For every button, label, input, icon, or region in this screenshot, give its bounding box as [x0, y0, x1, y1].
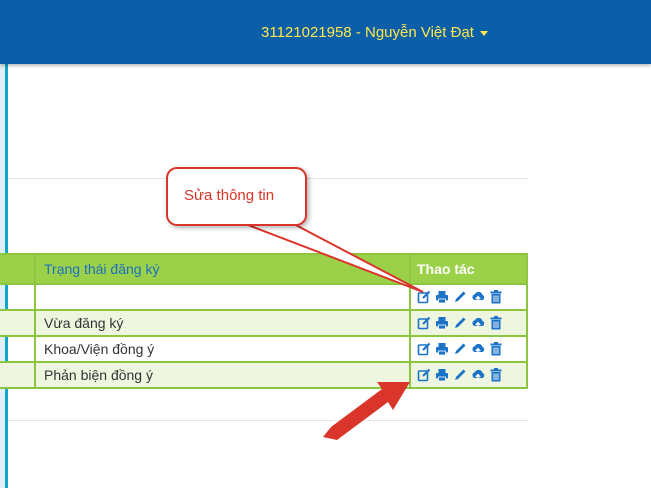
status-cell: Vừa đăng ký [34, 309, 411, 337]
registration-table: Trạng thái đăng ký Thao tác Vừa đăng ký … [0, 253, 528, 389]
main-frame [5, 0, 651, 488]
trash-icon[interactable] [489, 342, 503, 356]
print-icon[interactable] [435, 290, 449, 304]
pencil-icon[interactable] [453, 290, 467, 304]
print-icon[interactable] [435, 316, 449, 330]
upload-icon[interactable] [471, 290, 485, 304]
trash-icon[interactable] [489, 368, 503, 382]
table-row: Vừa đăng ký [0, 309, 528, 337]
edit-icon[interactable] [417, 342, 431, 356]
caret-down-icon [479, 30, 488, 36]
upload-icon[interactable] [471, 368, 485, 382]
status-cell: Khoa/Viện đồng ý [34, 335, 411, 363]
edit-icon[interactable] [417, 316, 431, 330]
user-label: 31121021958 - Nguyễn Việt Đạt [261, 24, 474, 41]
table-row: Phản biện đồng ý [0, 361, 528, 389]
pencil-icon[interactable] [453, 316, 467, 330]
column-header-hidden [0, 253, 36, 285]
upload-icon[interactable] [471, 316, 485, 330]
edit-icon[interactable] [417, 290, 431, 304]
pencil-icon[interactable] [453, 342, 467, 356]
print-icon[interactable] [435, 342, 449, 356]
status-cell: Phản biện đồng ý [34, 361, 411, 389]
upload-icon[interactable] [471, 342, 485, 356]
top-navbar: 31121021958 - Nguyễn Việt Đạt [0, 0, 651, 64]
actions-cell [409, 361, 528, 389]
actions-cell [409, 335, 528, 363]
column-header-actions: Thao tác [409, 253, 528, 285]
table-header-row: Trạng thái đăng ký Thao tác [0, 253, 528, 285]
actions-cell [409, 309, 528, 337]
table-row [0, 283, 528, 311]
callout-bubble: Sửa thông tin [166, 167, 307, 226]
callout-text: Sửa thông tin [184, 187, 275, 204]
actions-cell [409, 283, 528, 311]
trash-icon[interactable] [489, 290, 503, 304]
trash-icon[interactable] [489, 316, 503, 330]
section-divider [8, 420, 528, 421]
pencil-icon[interactable] [453, 368, 467, 382]
user-dropdown[interactable]: 31121021958 - Nguyễn Việt Đạt [261, 24, 488, 41]
status-cell [34, 283, 411, 311]
column-header-status[interactable]: Trạng thái đăng ký [34, 253, 411, 285]
edit-icon[interactable] [417, 368, 431, 382]
table-row: Khoa/Viện đồng ý [0, 335, 528, 363]
print-icon[interactable] [435, 368, 449, 382]
